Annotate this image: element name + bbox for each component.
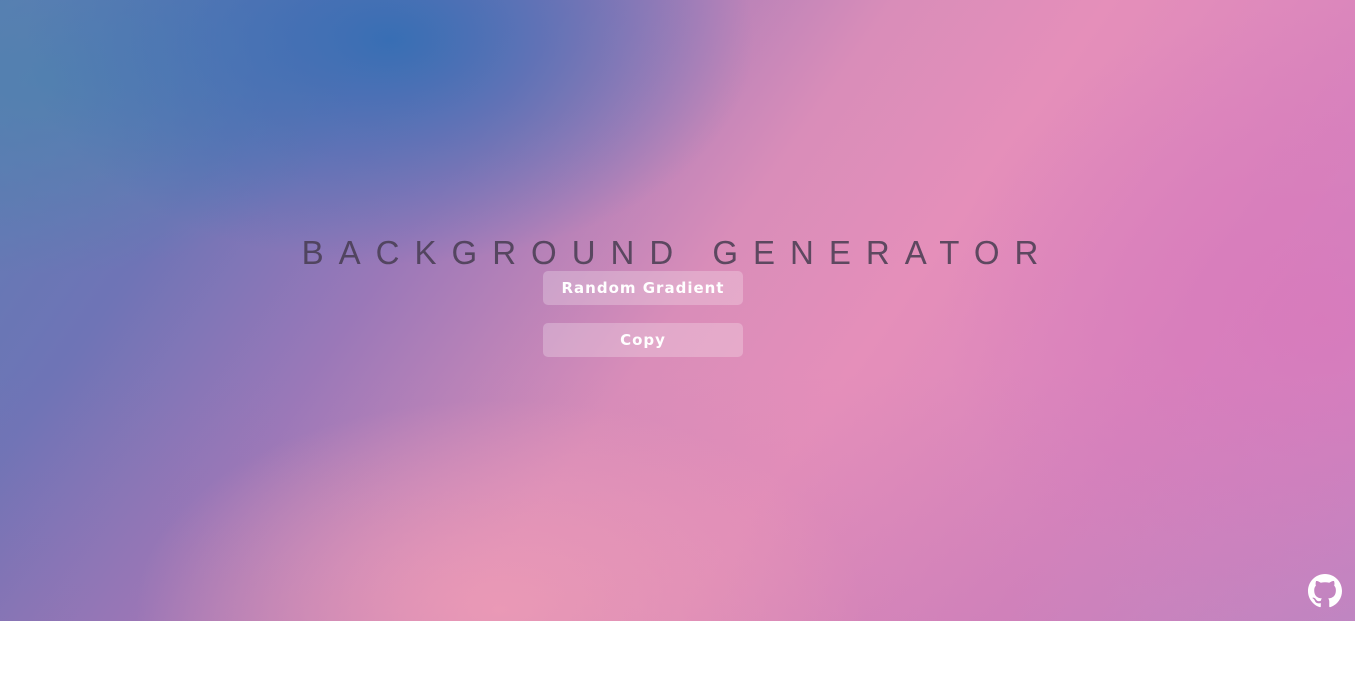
random-gradient-button[interactable]: Random Gradient (543, 271, 743, 305)
gradient-background: BACKGROUND GENERATOR Random Gradient Cop… (0, 0, 1355, 621)
page-title: BACKGROUND GENERATOR (301, 234, 1054, 272)
github-icon[interactable] (1308, 574, 1342, 608)
copy-button[interactable]: Copy (543, 323, 743, 357)
